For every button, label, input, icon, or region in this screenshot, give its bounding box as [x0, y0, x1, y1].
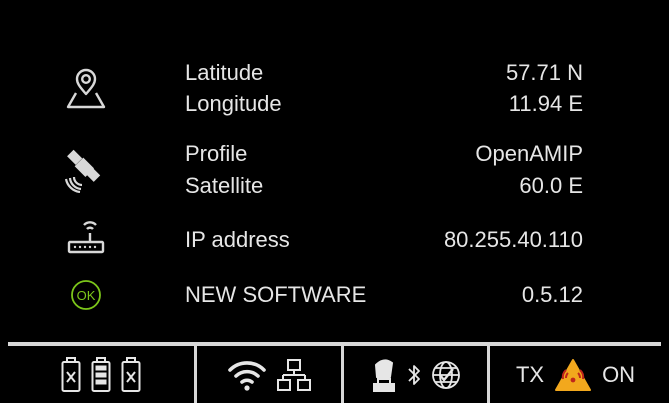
- latitude-label: Latitude: [185, 60, 264, 85]
- longitude-label: Longitude: [185, 91, 282, 116]
- tx-label: TX: [515, 361, 545, 387]
- network-icon: [277, 358, 311, 392]
- status-bar: TX ON: [8, 346, 661, 403]
- satellite-label: Satellite: [185, 173, 264, 198]
- power-status[interactable]: [8, 346, 194, 403]
- satellite-icon: [54, 146, 118, 196]
- ok-icon: OK: [54, 278, 118, 312]
- map-pin-icon: [54, 63, 118, 113]
- battery-error-icon: [121, 356, 141, 393]
- bluetooth-icon: [407, 363, 421, 387]
- software-version-value: 0.5.12: [521, 282, 583, 307]
- latitude-value: 57.71 N: [505, 60, 583, 85]
- satellite-value: 60.0 E: [519, 173, 583, 198]
- profile-label: Profile: [185, 141, 248, 166]
- ip-address-label: IP address: [185, 227, 290, 252]
- router-icon: [54, 215, 118, 259]
- battery-full-icon: [91, 356, 111, 393]
- connectivity-status[interactable]: [194, 346, 341, 403]
- tx-on-label: ON: [602, 361, 636, 387]
- profile-value: OpenAMIP: [475, 141, 583, 166]
- globe-check-icon: [431, 360, 461, 390]
- antenna-status[interactable]: [341, 346, 487, 403]
- ok-icon-text: OK: [77, 288, 96, 303]
- transmit-status[interactable]: TX ON: [487, 346, 661, 403]
- antenna-icon: [371, 357, 397, 393]
- battery-error-icon: [61, 356, 81, 393]
- longitude-value: 11.94 E: [508, 91, 583, 116]
- radiation-warning-icon: [554, 358, 592, 392]
- display-screen: Latitude 57.71 N Longitude 11.94 E Profi…: [8, 8, 661, 403]
- ip-address-value: 80.255.40.110: [443, 227, 583, 252]
- wifi-icon: [227, 358, 267, 392]
- software-label: NEW SOFTWARE: [185, 282, 367, 307]
